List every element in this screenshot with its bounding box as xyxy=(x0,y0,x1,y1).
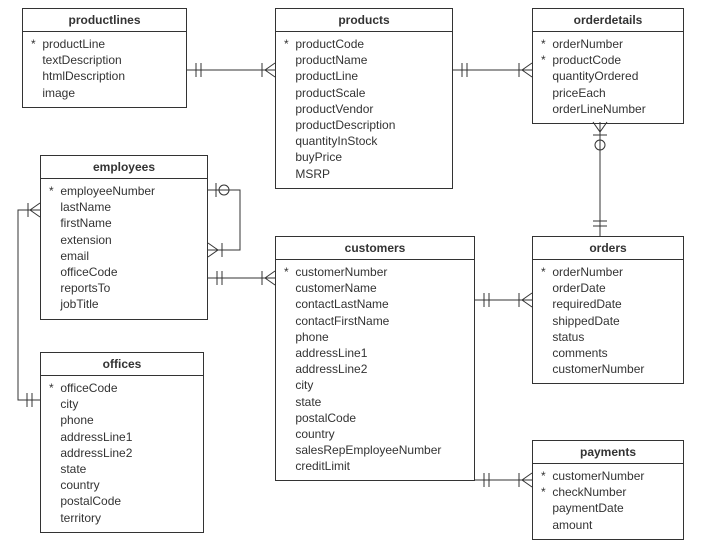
entity-field: city xyxy=(284,377,466,393)
entity-field: creditLimit xyxy=(284,458,466,474)
entity-title: offices xyxy=(41,353,203,376)
entity-field: reportsTo xyxy=(49,280,199,296)
entity-field: state xyxy=(49,461,195,477)
entity-field: * productCode xyxy=(541,52,675,68)
entity-field: contactFirstName xyxy=(284,313,466,329)
entity-field: lastName xyxy=(49,199,199,215)
entity-field: country xyxy=(49,477,195,493)
entity-field: orderLineNumber xyxy=(541,101,675,117)
entity-fields-payments: * customerNumber* checkNumber paymentDat… xyxy=(533,464,683,539)
entity-fields-products: * productCode productName productLine pr… xyxy=(276,32,452,188)
entity-fields-orderdetails: * orderNumber* productCode quantityOrder… xyxy=(533,32,683,123)
entity-title: products xyxy=(276,9,452,32)
entity-field: textDescription xyxy=(31,52,178,68)
entity-title: payments xyxy=(533,441,683,464)
entity-offices: offices * officeCode city phone addressL… xyxy=(40,352,204,533)
entity-field: country xyxy=(284,426,466,442)
entity-field: amount xyxy=(541,517,675,533)
entity-field: addressLine2 xyxy=(284,361,466,377)
entity-field: jobTitle xyxy=(49,296,199,312)
entity-field: productLine xyxy=(284,68,444,84)
entity-field: * officeCode xyxy=(49,380,195,396)
entity-field: orderDate xyxy=(541,280,675,296)
entity-field: state xyxy=(284,394,466,410)
entity-products: products * productCode productName produ… xyxy=(275,8,453,189)
entity-field: htmlDescription xyxy=(31,68,178,84)
entity-fields-orders: * orderNumber orderDate requiredDate shi… xyxy=(533,260,683,383)
entity-field: postalCode xyxy=(49,493,195,509)
entity-field: productScale xyxy=(284,85,444,101)
entity-field: email xyxy=(49,248,199,264)
entity-field: contactLastName xyxy=(284,296,466,312)
entity-field: addressLine2 xyxy=(49,445,195,461)
entity-field: * employeeNumber xyxy=(49,183,199,199)
entity-field: paymentDate xyxy=(541,500,675,516)
entity-field: buyPrice xyxy=(284,149,444,165)
entity-field: MSRP xyxy=(284,166,444,182)
entity-field: image xyxy=(31,85,178,101)
entity-field: status xyxy=(541,329,675,345)
entity-orders: orders * orderNumber orderDate requiredD… xyxy=(532,236,684,384)
entity-field: priceEach xyxy=(541,85,675,101)
entity-field: * checkNumber xyxy=(541,484,675,500)
entity-field: * productCode xyxy=(284,36,444,52)
entity-field: quantityInStock xyxy=(284,133,444,149)
entity-fields-customers: * customerNumber customerName contactLas… xyxy=(276,260,474,480)
entity-field: productVendor xyxy=(284,101,444,117)
entity-field: phone xyxy=(284,329,466,345)
entity-title: orders xyxy=(533,237,683,260)
entity-field: salesRepEmployeeNumber xyxy=(284,442,466,458)
entity-field: * orderNumber xyxy=(541,36,675,52)
entity-orderdetails: orderdetails * orderNumber* productCode … xyxy=(532,8,684,124)
entity-field: city xyxy=(49,396,195,412)
entity-title: employees xyxy=(41,156,207,179)
entity-field: customerNumber xyxy=(541,361,675,377)
entity-field: officeCode xyxy=(49,264,199,280)
entity-customers: customers * customerNumber customerName … xyxy=(275,236,475,481)
entity-title: customers xyxy=(276,237,474,260)
entity-employees: employees * employeeNumber lastName firs… xyxy=(40,155,208,320)
entity-title: orderdetails xyxy=(533,9,683,32)
entity-field: productDescription xyxy=(284,117,444,133)
entity-field: postalCode xyxy=(284,410,466,426)
entity-payments: payments * customerNumber* checkNumber p… xyxy=(532,440,684,540)
entity-field: addressLine1 xyxy=(284,345,466,361)
entity-productlines: productlines * productLine textDescripti… xyxy=(22,8,187,108)
entity-field: firstName xyxy=(49,215,199,231)
entity-field: customerName xyxy=(284,280,466,296)
entity-field: * orderNumber xyxy=(541,264,675,280)
entity-field: requiredDate xyxy=(541,296,675,312)
entity-field: shippedDate xyxy=(541,313,675,329)
entity-field: addressLine1 xyxy=(49,429,195,445)
entity-field: phone xyxy=(49,412,195,428)
entity-field: * customerNumber xyxy=(541,468,675,484)
entity-title: productlines xyxy=(23,9,186,32)
entity-field: territory xyxy=(49,510,195,526)
entity-field: quantityOrdered xyxy=(541,68,675,84)
entity-field: productName xyxy=(284,52,444,68)
entity-field: * customerNumber xyxy=(284,264,466,280)
entity-fields-productlines: * productLine textDescription htmlDescri… xyxy=(23,32,186,107)
entity-fields-offices: * officeCode city phone addressLine1 add… xyxy=(41,376,203,532)
entity-field: * productLine xyxy=(31,36,178,52)
entity-field: comments xyxy=(541,345,675,361)
entity-fields-employees: * employeeNumber lastName firstName exte… xyxy=(41,179,207,319)
entity-field: extension xyxy=(49,232,199,248)
